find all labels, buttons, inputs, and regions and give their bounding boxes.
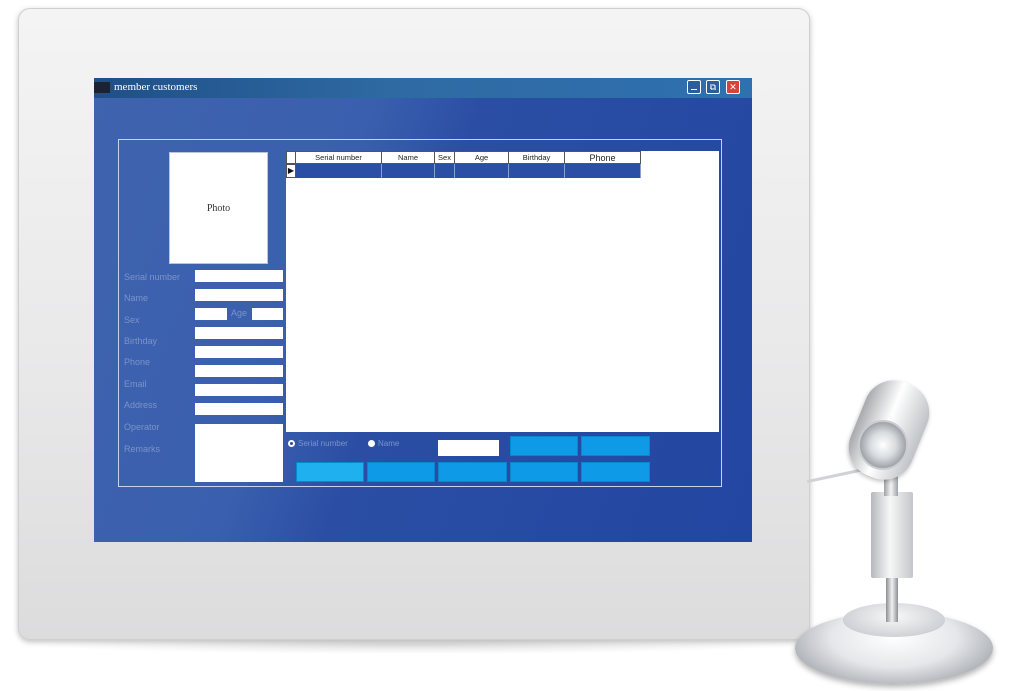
- close-button[interactable]: ✕: [726, 80, 740, 94]
- address-field[interactable]: [195, 384, 283, 396]
- action-button-7[interactable]: [581, 462, 650, 482]
- label-birthday: Birthday: [124, 336, 158, 346]
- birthday-field[interactable]: [195, 327, 283, 339]
- age-field[interactable]: [252, 308, 283, 320]
- grid-cell[interactable]: [435, 164, 455, 178]
- photo-box[interactable]: Photo: [169, 152, 268, 264]
- action-button-6[interactable]: [510, 462, 578, 482]
- label-phone: Phone: [124, 357, 151, 367]
- label-serial-number: Serial number: [124, 272, 181, 282]
- name-field[interactable]: [195, 289, 283, 301]
- restore-icon: ⧉: [709, 81, 717, 92]
- minimize-button[interactable]: [687, 80, 701, 94]
- label-sex: Sex: [124, 315, 140, 325]
- grid-cell[interactable]: [382, 164, 435, 178]
- phone-field[interactable]: [195, 346, 283, 358]
- grid-cell[interactable]: [509, 164, 565, 178]
- radio-serial-number[interactable]: Serial number: [288, 439, 348, 448]
- radio-selected-icon: [288, 440, 295, 447]
- grid-cell[interactable]: [455, 164, 509, 178]
- action-button-1[interactable]: [510, 436, 578, 456]
- photo-label: Photo: [206, 202, 231, 214]
- action-button-4[interactable]: [367, 462, 435, 482]
- close-icon: ✕: [729, 81, 737, 92]
- sex-field[interactable]: [195, 308, 227, 320]
- operator-field[interactable]: [195, 403, 283, 415]
- label-address: Address: [124, 400, 158, 410]
- title-bar: member customers ⧉ ✕: [94, 78, 752, 98]
- radio-serial-number-label: Serial number: [298, 439, 348, 448]
- serial-number-field[interactable]: [195, 270, 283, 282]
- radio-name[interactable]: Name: [368, 439, 399, 448]
- radio-name-label: Name: [378, 439, 400, 448]
- row-indicator-icon: ▶: [286, 164, 296, 178]
- action-button-3[interactable]: [296, 462, 364, 482]
- window-title: member customers: [114, 81, 198, 93]
- app-window: member customers ⧉ ✕ Photo Serial number…: [94, 78, 752, 542]
- grid-header-phone[interactable]: Phone: [564, 151, 641, 164]
- label-operator: Operator: [124, 422, 160, 432]
- label-remarks: Remarks: [124, 444, 161, 454]
- remarks-field[interactable]: [195, 424, 283, 482]
- grid-header-age[interactable]: Age: [454, 151, 509, 164]
- microphone-block: [871, 492, 913, 578]
- email-field[interactable]: [195, 365, 283, 377]
- grid-cell[interactable]: [565, 164, 641, 178]
- customer-grid[interactable]: Serial number Name Sex Age Birthday Phon…: [286, 151, 719, 432]
- label-age: Age: [231, 308, 248, 318]
- maximize-button[interactable]: ⧉: [706, 80, 720, 94]
- minimize-icon: [691, 89, 697, 90]
- grid-header-sex[interactable]: Sex: [434, 151, 455, 164]
- app-icon: [94, 82, 110, 93]
- label-email: Email: [124, 379, 147, 389]
- grid-header-birthday[interactable]: Birthday: [508, 151, 565, 164]
- microphone-grille: [858, 420, 908, 470]
- action-button-5[interactable]: [438, 462, 507, 482]
- grid-cell[interactable]: [296, 164, 382, 178]
- microphone-cable: [806, 468, 865, 484]
- grid-header-name[interactable]: Name: [381, 151, 435, 164]
- grid-header-serial-number[interactable]: Serial number: [295, 151, 382, 164]
- search-input[interactable]: [438, 440, 499, 456]
- label-name: Name: [124, 293, 149, 303]
- radio-unselected-icon: [368, 440, 375, 447]
- action-button-2[interactable]: [581, 436, 650, 456]
